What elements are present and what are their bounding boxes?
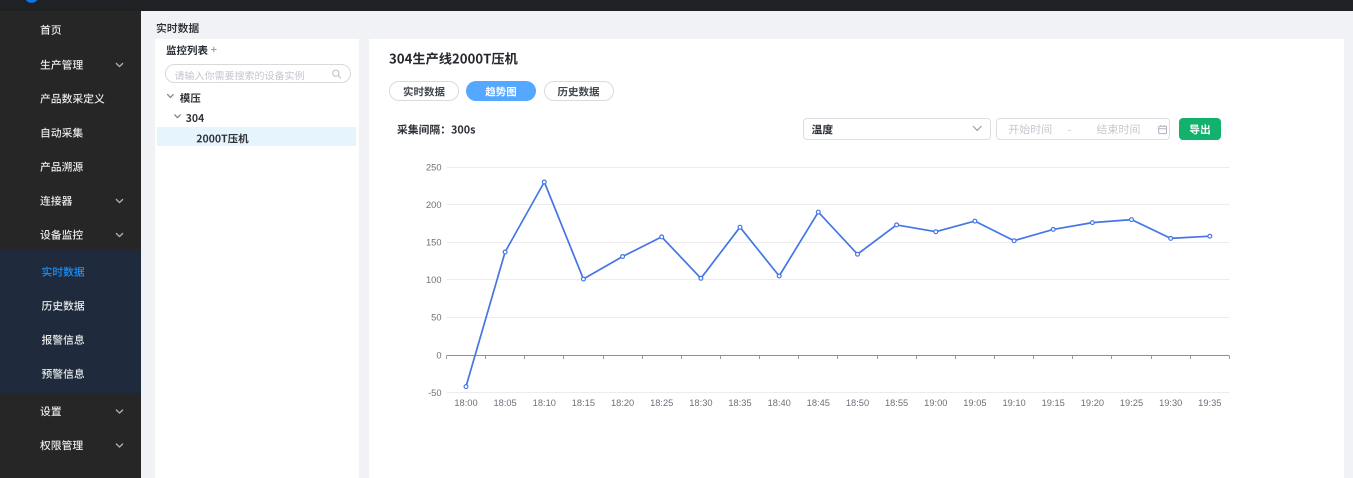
svg-text:250: 250	[426, 162, 442, 172]
svg-text:200: 200	[426, 200, 442, 210]
svg-text:18:50: 18:50	[846, 398, 869, 408]
svg-text:19:30: 19:30	[1159, 398, 1182, 408]
svg-text:18:25: 18:25	[650, 398, 673, 408]
svg-text:18:40: 18:40	[768, 398, 791, 408]
svg-text:18:10: 18:10	[533, 398, 556, 408]
svg-text:-50: -50	[428, 388, 441, 398]
svg-text:18:20: 18:20	[611, 398, 634, 408]
svg-text:18:00: 18:00	[454, 398, 477, 408]
svg-text:19:15: 19:15	[1042, 398, 1065, 408]
svg-text:0: 0	[436, 350, 441, 360]
svg-text:18:35: 18:35	[728, 398, 751, 408]
svg-text:19:20: 19:20	[1081, 398, 1104, 408]
svg-text:100: 100	[426, 275, 442, 285]
svg-text:18:55: 18:55	[885, 398, 908, 408]
svg-text:50: 50	[431, 313, 441, 323]
svg-text:19:00: 19:00	[924, 398, 947, 408]
svg-text:18:15: 18:15	[572, 398, 595, 408]
svg-text:19:35: 19:35	[1198, 398, 1221, 408]
svg-text:19:10: 19:10	[1002, 398, 1025, 408]
svg-text:18:30: 18:30	[689, 398, 712, 408]
svg-text:150: 150	[426, 238, 442, 248]
svg-text:18:45: 18:45	[807, 398, 830, 408]
svg-text:18:05: 18:05	[493, 398, 516, 408]
svg-text:19:25: 19:25	[1120, 398, 1143, 408]
svg-text:19:05: 19:05	[963, 398, 986, 408]
